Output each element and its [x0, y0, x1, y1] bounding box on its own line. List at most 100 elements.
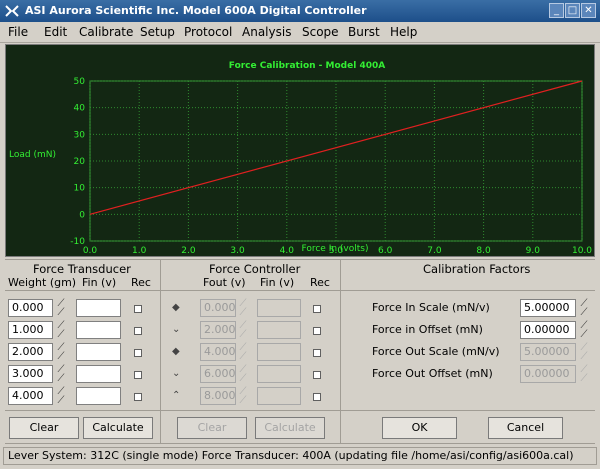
- menu-setup[interactable]: Setup: [140, 25, 175, 39]
- weight-input[interactable]: 4.000: [8, 387, 53, 405]
- fin-input[interactable]: [76, 343, 121, 361]
- controller-clear-button[interactable]: Clear: [177, 417, 247, 439]
- weight-input[interactable]: 3.000: [8, 365, 53, 383]
- menu-file[interactable]: File: [8, 25, 28, 39]
- fin-column-header: Fin (v): [82, 276, 117, 289]
- x-tick-label: 8.0: [476, 246, 491, 256]
- fout-spinner-icon[interactable]: ⟋ ⟋: [237, 365, 249, 384]
- controller-rec-checkbox[interactable]: [313, 327, 321, 335]
- fout-spinner-icon[interactable]: ⟋ ⟋: [237, 343, 249, 362]
- y-tick-label: -10: [70, 237, 85, 247]
- fout-input[interactable]: 0.000: [200, 299, 236, 317]
- calibration-factor-label: Force Out Offset (mN): [372, 367, 493, 380]
- fout-spinner-icon[interactable]: ⟋ ⟋: [237, 387, 249, 406]
- controller-fin-input[interactable]: [257, 299, 301, 317]
- weight-input[interactable]: 1.000: [8, 321, 53, 339]
- menu-help[interactable]: Help: [390, 25, 417, 39]
- cancel-button[interactable]: Cancel: [488, 417, 563, 439]
- weight-spinner-icon[interactable]: ⟋ ⟋: [55, 365, 67, 384]
- rec-checkbox[interactable]: [134, 349, 142, 357]
- divider: [5, 443, 595, 444]
- menu-protocol[interactable]: Protocol: [184, 25, 232, 39]
- select-arrow-icon[interactable]: ◆: [172, 346, 180, 357]
- rec-column-header: Rec: [131, 276, 151, 289]
- close-icon[interactable]: ✕: [581, 3, 596, 18]
- fin-input[interactable]: [76, 365, 121, 383]
- controller-rec-checkbox[interactable]: [313, 393, 321, 401]
- controller-fin-input[interactable]: [257, 321, 301, 339]
- divider: [160, 259, 161, 443]
- ok-button[interactable]: OK: [382, 417, 457, 439]
- weight-spinner-icon[interactable]: ⟋ ⟋: [55, 321, 67, 340]
- controller-rec-checkbox[interactable]: [313, 349, 321, 357]
- controller-fin-column-header: Fin (v): [260, 276, 295, 289]
- select-arrow-icon[interactable]: ◆: [172, 302, 180, 313]
- chart-title: Force Calibration - Model 400A: [229, 61, 385, 71]
- controller-rec-checkbox[interactable]: [313, 371, 321, 379]
- calibration-factor-input[interactable]: 0.00000: [520, 365, 576, 383]
- calibration-factor-input[interactable]: 5.00000: [520, 343, 576, 361]
- weight-input[interactable]: 0.000: [8, 299, 53, 317]
- transducer-clear-button[interactable]: Clear: [9, 417, 79, 439]
- x-tick-label: 4.0: [280, 246, 295, 256]
- fout-input[interactable]: 2.000: [200, 321, 236, 339]
- fin-input[interactable]: [76, 387, 121, 405]
- calibration-spinner-icon[interactable]: ⟋ ⟋: [578, 299, 590, 318]
- x-tick-label: 9.0: [526, 246, 541, 256]
- controller-fin-input[interactable]: [257, 387, 301, 405]
- x-tick-label: 5.0: [329, 246, 344, 256]
- divider: [340, 259, 341, 443]
- fin-input[interactable]: [76, 299, 121, 317]
- maximize-icon[interactable]: □: [565, 3, 580, 18]
- calibration-factor-input[interactable]: 0.00000: [520, 321, 576, 339]
- calibration-spinner-icon[interactable]: ⟋ ⟋: [578, 321, 590, 340]
- divider: [5, 290, 595, 291]
- x-tick-label: 2.0: [181, 246, 196, 256]
- fout-input[interactable]: 6.000: [200, 365, 236, 383]
- menu-scope[interactable]: Scope: [302, 25, 339, 39]
- fout-input[interactable]: 4.000: [200, 343, 236, 361]
- rec-checkbox[interactable]: [134, 327, 142, 335]
- transducer-calculate-button[interactable]: Calculate: [83, 417, 153, 439]
- controller-calculate-button[interactable]: Calculate: [255, 417, 325, 439]
- calibration-spinner-icon[interactable]: ⟋ ⟋: [578, 343, 590, 362]
- x-tick-label: 0.0: [83, 246, 98, 256]
- select-arrow-icon[interactable]: ⌄: [172, 324, 180, 335]
- fin-input[interactable]: [76, 321, 121, 339]
- controller-fin-input[interactable]: [257, 343, 301, 361]
- y-tick-label: 40: [74, 104, 86, 114]
- menu-analysis[interactable]: Analysis: [242, 25, 291, 39]
- y-tick-label: 10: [74, 184, 86, 194]
- minimize-icon[interactable]: _: [549, 3, 564, 18]
- controller-fin-input[interactable]: [257, 365, 301, 383]
- menu-calibrate[interactable]: Calibrate: [79, 25, 133, 39]
- menu-burst[interactable]: Burst: [348, 25, 380, 39]
- fout-column-header: Fout (v): [203, 276, 246, 289]
- controller-rec-checkbox[interactable]: [313, 305, 321, 313]
- x-tick-label: 7.0: [427, 246, 442, 256]
- select-arrow-icon[interactable]: ⌃: [172, 390, 180, 401]
- controller-rec-column-header: Rec: [310, 276, 330, 289]
- x-tick-label: 6.0: [378, 246, 393, 256]
- weight-column-header: Weight (gm): [8, 276, 77, 289]
- fout-spinner-icon[interactable]: ⟋ ⟋: [237, 321, 249, 340]
- weight-spinner-icon[interactable]: ⟋ ⟋: [55, 387, 67, 406]
- select-arrow-icon[interactable]: ⌄: [172, 368, 180, 379]
- weight-input[interactable]: 2.000: [8, 343, 53, 361]
- app-logo-icon: [5, 5, 19, 17]
- rec-checkbox[interactable]: [134, 371, 142, 379]
- fout-input[interactable]: 8.000: [200, 387, 236, 405]
- divider: [5, 259, 595, 260]
- calibration-factor-input[interactable]: 5.00000: [520, 299, 576, 317]
- rec-checkbox[interactable]: [134, 305, 142, 313]
- calibration-spinner-icon[interactable]: ⟋ ⟋: [578, 365, 590, 384]
- menu-edit[interactable]: Edit: [44, 25, 67, 39]
- calibration-line: [89, 80, 583, 215]
- fout-spinner-icon[interactable]: ⟋ ⟋: [237, 299, 249, 318]
- calibration-factor-label: Force Out Scale (mN/v): [372, 345, 500, 358]
- weight-spinner-icon[interactable]: ⟋ ⟋: [55, 343, 67, 362]
- weight-spinner-icon[interactable]: ⟋ ⟋: [55, 299, 67, 318]
- rec-checkbox[interactable]: [134, 393, 142, 401]
- chart-canvas: Force Calibration - Model 400A Load (mN)…: [9, 61, 592, 256]
- title-bar: ASI Aurora Scientific Inc. Model 600A Di…: [0, 0, 600, 22]
